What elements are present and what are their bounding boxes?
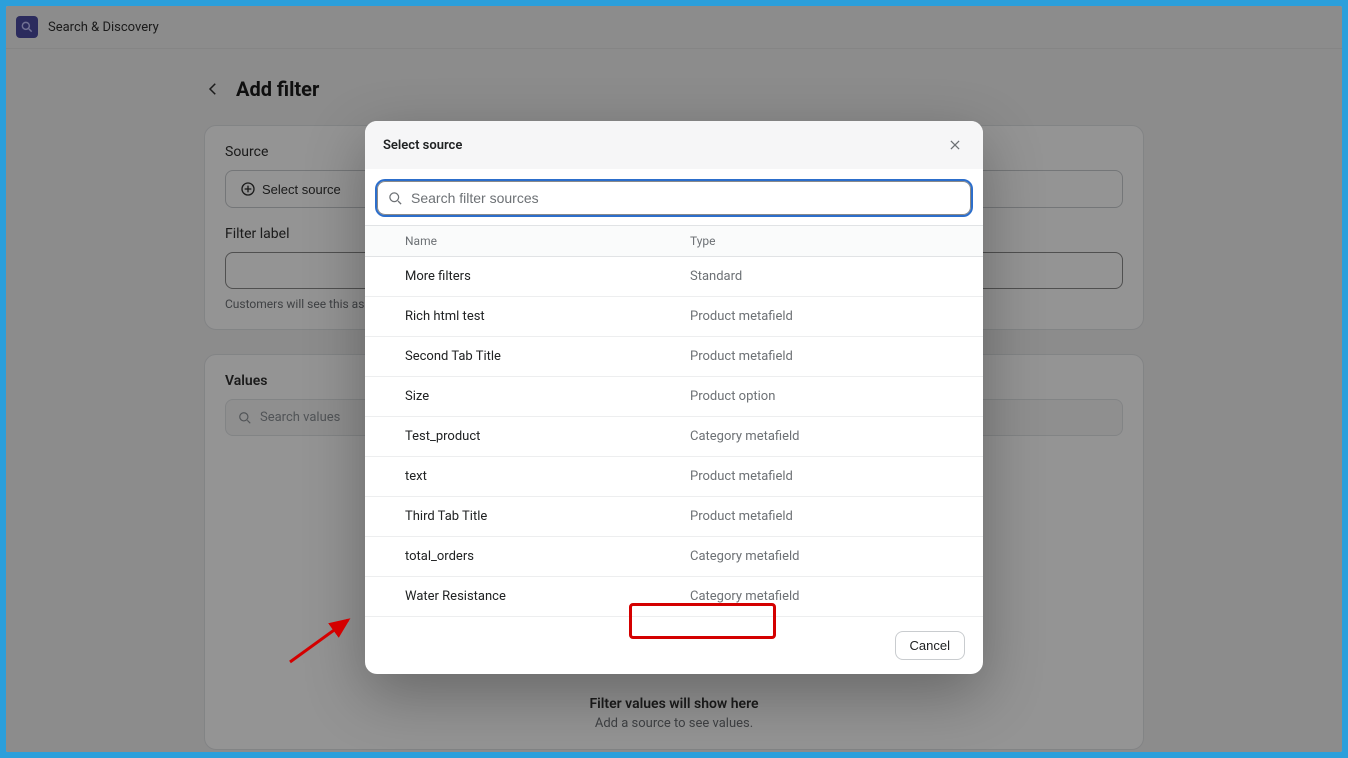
source-row-type: Standard — [690, 269, 965, 284]
source-row[interactable]: More filtersStandard — [365, 257, 983, 297]
source-row-type: Product metafield — [690, 309, 965, 324]
modal-title: Select source — [383, 138, 462, 153]
search-icon — [388, 191, 403, 206]
col-header-name: Name — [405, 234, 690, 248]
source-row[interactable]: Test_productCategory metafield — [365, 417, 983, 457]
source-row[interactable]: Water ResistanceCategory metafield — [365, 577, 983, 617]
cancel-button[interactable]: Cancel — [895, 631, 965, 660]
source-row[interactable]: textProduct metafield — [365, 457, 983, 497]
source-row[interactable]: total_ordersCategory metafield — [365, 537, 983, 577]
source-row-type: Category metafield — [690, 429, 965, 444]
source-row[interactable]: Third Tab TitleProduct metafield — [365, 497, 983, 537]
source-row-name: Rich html test — [405, 309, 690, 324]
source-row-name: text — [405, 469, 690, 484]
source-row-name: Test_product — [405, 429, 690, 444]
source-row-type: Category metafield — [690, 549, 965, 564]
source-row[interactable]: Rich html testProduct metafield — [365, 297, 983, 337]
source-row-name: More filters — [405, 269, 690, 284]
modal-search-input[interactable] — [411, 190, 960, 206]
source-row-type: Product option — [690, 389, 965, 404]
source-row-name: Second Tab Title — [405, 349, 690, 364]
source-row[interactable]: Second Tab TitleProduct metafield — [365, 337, 983, 377]
source-row-name: Size — [405, 389, 690, 404]
source-row-name: total_orders — [405, 549, 690, 564]
source-row-type: Product metafield — [690, 469, 965, 484]
source-row-name: Third Tab Title — [405, 509, 690, 524]
close-icon[interactable] — [945, 135, 965, 155]
modal-search-field[interactable] — [377, 181, 971, 215]
source-row[interactable]: SizeProduct option — [365, 377, 983, 417]
select-source-modal: Select source Name Type More filtersStan… — [365, 121, 983, 674]
source-row-type: Product metafield — [690, 509, 965, 524]
col-header-type: Type — [690, 234, 965, 248]
source-row-name: Water Resistance — [405, 589, 690, 604]
source-row-type: Product metafield — [690, 349, 965, 364]
list-header: Name Type — [365, 225, 983, 257]
source-row-type: Category metafield — [690, 589, 965, 604]
